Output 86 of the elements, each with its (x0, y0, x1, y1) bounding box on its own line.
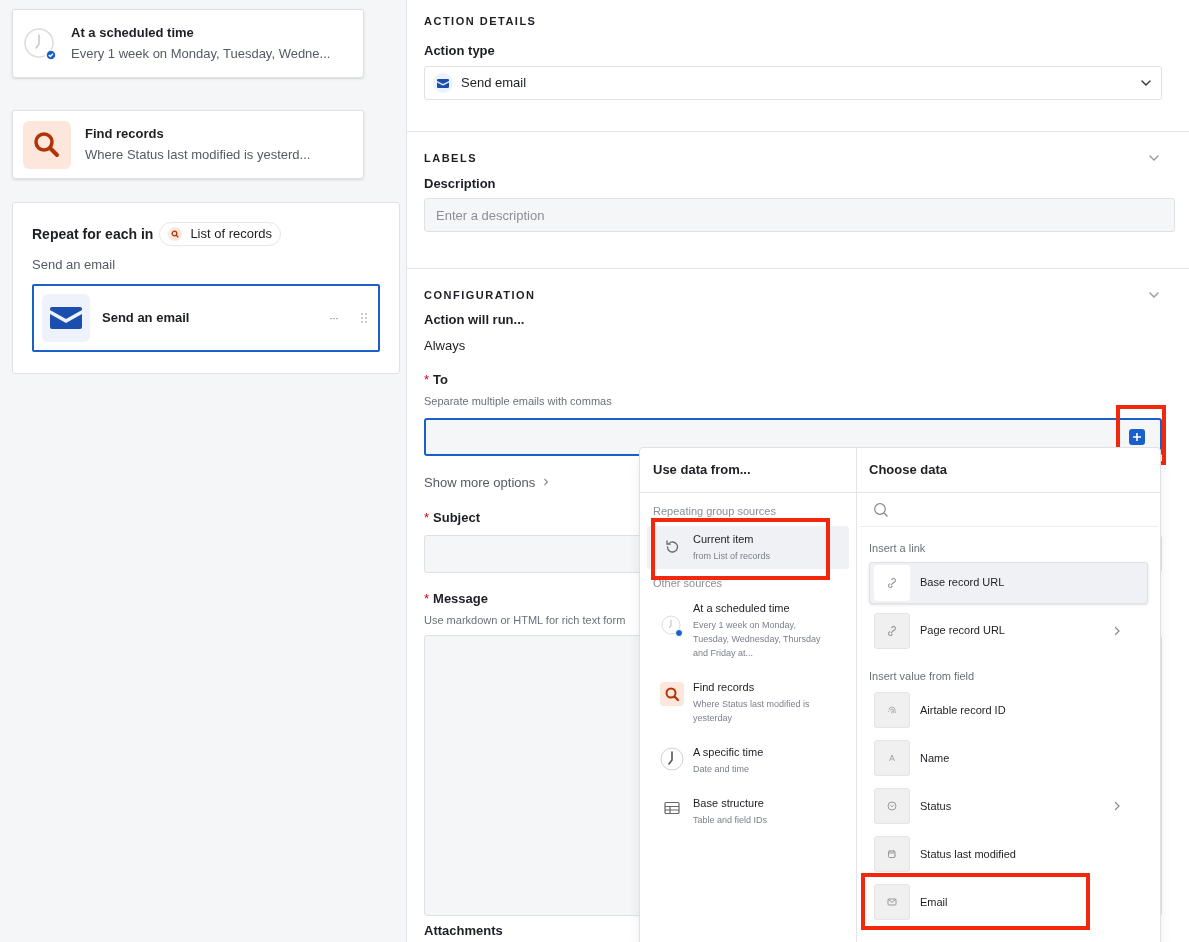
drag-handle-icon (360, 311, 368, 324)
repeat-subtitle: Send an email (32, 256, 117, 274)
clock-icon (660, 747, 684, 771)
data-item[interactable]: Email (869, 881, 965, 923)
field-hint: Separate multiple emails with commas (424, 394, 612, 409)
step-subtitle: Where Status last modified is yesterd... (85, 146, 311, 164)
field-hint: Use markdown or HTML for rich text form (424, 613, 626, 628)
data-item[interactable]: Status (869, 785, 1148, 827)
source-description: Every 1 week on Monday, Tuesday, Wednesday, Thursday and Friday at... (693, 619, 822, 660)
action-type-dropdown[interactable]: Send email (424, 66, 1162, 100)
clock-icon (23, 26, 57, 61)
data-item-label: Status last modified (920, 846, 1016, 862)
data-item-label: Email (920, 894, 948, 910)
field-label: Subject (433, 509, 481, 527)
group-label: Insert value from field (869, 668, 976, 684)
letter-icon (874, 740, 910, 776)
step-title: At a scheduled time (71, 24, 195, 42)
required-asterisk: * (424, 371, 430, 389)
show-more-options-link[interactable]: Show more options (424, 472, 552, 492)
envelope-icon (874, 884, 910, 920)
required-asterisk: * (424, 590, 430, 608)
step-subtitle: Every 1 week on Monday, Tuesday, Wedne... (71, 45, 331, 63)
undo-icon (663, 538, 681, 556)
plus-icon (1132, 431, 1142, 442)
source-description: Table and field IDs (693, 814, 769, 827)
envelope-icon (433, 73, 453, 93)
field-label: Action will run... (424, 311, 525, 329)
table-icon (663, 799, 681, 817)
run-condition: Always (424, 337, 467, 355)
source-title: Find records (693, 680, 756, 695)
step-card[interactable]: Find records Where Status last modified is yesterd... (12, 110, 364, 179)
source-title: A specific time (693, 745, 765, 760)
dropdown-value: Send email (461, 74, 528, 93)
source-description: Date and time (693, 763, 751, 776)
source-item[interactable]: Find records Where Status last modified is yesterday (647, 674, 849, 731)
group-label: Repeating group sources (652, 504, 777, 519)
section-heading: ACTION DETAILS (424, 14, 537, 29)
field-label: Message (433, 590, 488, 608)
source-item[interactable]: Base structure Table and field IDs (647, 790, 849, 833)
data-item[interactable]: Name (869, 737, 967, 779)
source-item[interactable]: At a scheduled time Every 1 week on Monday, Tuesday, Wednesday, Thursday and Friday at... (647, 595, 849, 666)
popover-title: Use data from... (653, 461, 751, 480)
search-icon (23, 120, 71, 169)
description-field[interactable]: Enter a description (424, 198, 1175, 232)
repeat-title: Repeat for each in (32, 224, 154, 244)
data-item-label: Airtable record ID (920, 702, 1006, 718)
source-title: Base structure (693, 796, 765, 811)
search-icon (168, 227, 183, 241)
field-label: Action type (424, 42, 495, 60)
step-title: Find records (85, 125, 165, 143)
source-item[interactable]: A specific time Date and time (647, 739, 849, 782)
search-icon (873, 501, 889, 518)
source-title: Current item (693, 531, 755, 547)
source-description: Where Status last modified is yesterday (693, 698, 811, 725)
link-icon (874, 612, 910, 649)
data-item-label: Name (920, 750, 950, 766)
section-heading: LABELS (424, 151, 477, 166)
search-icon (660, 682, 684, 706)
data-item[interactable]: Airtable record ID (869, 689, 1023, 731)
field-label: Attachments (424, 921, 503, 940)
calendar-icon (874, 836, 910, 872)
action-card[interactable]: Send an email ··· (32, 283, 380, 352)
source-title: At a scheduled time (693, 601, 791, 616)
step-card[interactable]: At a scheduled time Every 1 week on Monday, Tuesday, Wedne... (12, 9, 364, 78)
data-item[interactable]: Base record URL (869, 561, 1148, 604)
source-item[interactable]: Current item from List of records (647, 525, 849, 569)
required-asterisk: * (424, 509, 430, 527)
clock-icon (661, 615, 683, 637)
field-label: To (433, 371, 448, 389)
popover-title: Choose data (869, 461, 947, 480)
data-item-label: Status (920, 798, 953, 814)
dropdown-icon (874, 788, 910, 824)
data-item-label: Base record URL (920, 575, 1006, 591)
add-data-button[interactable] (1129, 428, 1145, 445)
data-item-label: Page record URL (920, 623, 1006, 639)
link-icon (874, 564, 910, 601)
fingerprint-icon (874, 692, 910, 728)
data-item[interactable]: Page record URL (869, 609, 1148, 652)
source-description: from List of records (693, 549, 772, 563)
data-item[interactable]: Status last modified (869, 833, 1033, 875)
more-button[interactable]: ··· (329, 308, 338, 327)
envelope-icon (42, 293, 90, 342)
field-label: Description (424, 175, 496, 193)
section-heading: CONFIGURATION (424, 288, 536, 303)
group-label: Insert a link (869, 541, 927, 556)
action-title: Send an email (102, 308, 191, 327)
